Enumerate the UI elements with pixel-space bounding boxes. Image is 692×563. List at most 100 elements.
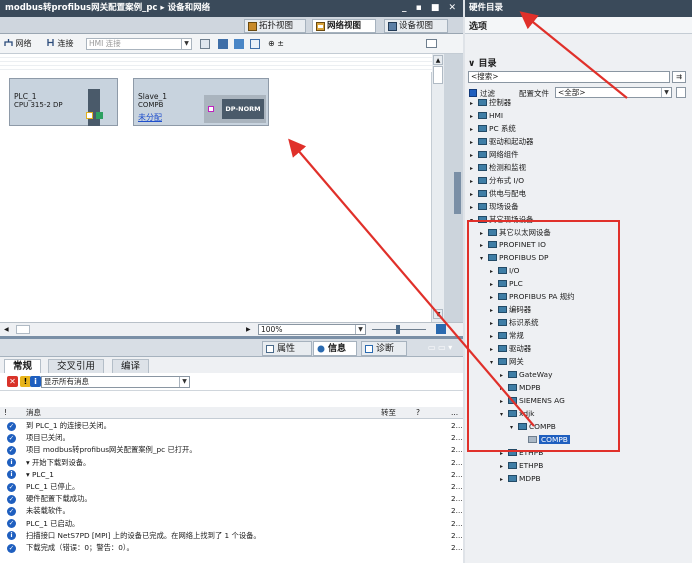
tree-item-label: PC 系统: [489, 123, 516, 133]
info-filter-icon[interactable]: i: [30, 376, 41, 387]
zoom-slider-handle[interactable]: [396, 325, 400, 334]
hmi-connection-select[interactable]: HMI 连接 ▼: [86, 38, 192, 50]
canvas-horizontal-scrollbar[interactable]: ◀ ▶ 100% ▼: [0, 322, 463, 336]
message-text: 下载完成（错误：0；警告：0）。: [26, 543, 134, 552]
scroll-right-icon[interactable]: ▶: [246, 325, 256, 334]
message-row[interactable]: i ▾ 开始下载到设备。 2...: [0, 457, 463, 469]
tab-properties[interactable]: 属性: [262, 341, 312, 356]
tab-topology-label: 拓扑视图: [259, 21, 294, 31]
subtab-general[interactable]: 常规: [4, 359, 42, 373]
slave-device-box[interactable]: Slave_1 COMPB 未分配 DP-NORM: [133, 78, 269, 126]
slave-unassigned-link[interactable]: 未分配: [138, 112, 162, 123]
grid-toggle-button[interactable]: [200, 39, 210, 49]
chevron-right-icon[interactable]: ▸: [470, 176, 478, 188]
message-row[interactable]: i 扫描接口 NetS7PD [MPI] 上的设备已完成。在网络上找到了 1 个设…: [0, 530, 463, 542]
options-section[interactable]: 选项: [465, 17, 692, 34]
tree-item[interactable]: ▸ 供电与配电: [470, 188, 526, 200]
filter-checkbox[interactable]: [469, 89, 477, 97]
message-spacer: [0, 391, 463, 407]
tree-item[interactable]: ▸ HMI: [470, 110, 503, 122]
chevron-down-icon: ▼: [179, 377, 189, 387]
subtab-cross-reference[interactable]: 交叉引用: [48, 359, 105, 373]
message-text: PLC_1 已启动。: [26, 518, 80, 528]
chevron-right-icon[interactable]: ▸: [470, 189, 478, 201]
tree-item[interactable]: ▸ PC 系统: [470, 123, 516, 135]
tab-properties-label: 属性: [277, 344, 296, 354]
catalog-label: ∨ 目录: [468, 56, 496, 69]
message-row[interactable]: ✓ PLC_1 已启动。 2...: [0, 518, 463, 530]
chevron-right-icon[interactable]: ▸: [470, 137, 478, 149]
scroll-thumb[interactable]: [433, 66, 443, 84]
plc-device-box[interactable]: PLC_1 CPU 315-2 DP: [9, 78, 118, 126]
message-row[interactable]: ✓ 硬件配置下载成功。 2...: [0, 493, 463, 505]
chevron-right-icon[interactable]: ▸: [470, 111, 478, 123]
message-date: 2...: [451, 530, 463, 540]
chevron-right-icon[interactable]: ▸: [500, 474, 508, 486]
scroll-up-icon[interactable]: ▲: [433, 55, 443, 65]
scroll-down-icon[interactable]: ▼: [433, 309, 443, 319]
tab-info[interactable]: 信息: [313, 341, 357, 356]
message-text: PLC_1 已停止。: [26, 482, 80, 491]
window-title: modbus转profibus网关配置案例_pc ▸ 设备和网络: [5, 3, 211, 13]
catalog-section-header[interactable]: ∨ 目录: [465, 55, 692, 69]
message-filter-select[interactable]: 显示所有消息 ▼: [41, 376, 190, 388]
slave-name: Slave_1: [138, 92, 168, 101]
zoom-fit-button[interactable]: [218, 39, 228, 49]
chevron-right-icon[interactable]: ▸: [470, 150, 478, 162]
overview-button[interactable]: [436, 324, 446, 334]
tab-diagnostics[interactable]: 诊断: [361, 341, 407, 356]
tree-item[interactable]: ▸ 分布式 I/O: [470, 175, 524, 187]
chevron-right-icon[interactable]: ▸: [470, 98, 478, 110]
tab-network-view[interactable]: 网络视图: [312, 19, 376, 33]
scroll-left-icon[interactable]: ◀: [4, 325, 14, 334]
canvas-vertical-scrollbar[interactable]: ▲ ▼: [432, 54, 444, 322]
message-row[interactable]: ✓ PLC_1 已停止。 2...: [0, 481, 463, 493]
folder-icon: [478, 150, 487, 158]
message-list[interactable]: ✓ 到 PLC_1 的连接已关闭。 2... ✓ 项目已关闭。 2... ✓ 项目 modbu…: [0, 419, 463, 563]
subtab-compile[interactable]: 编译: [112, 359, 150, 373]
tree-item[interactable]: ▸ MDPB: [500, 473, 541, 485]
tab-device-view[interactable]: 设备视图: [384, 19, 448, 33]
page-view-button[interactable]: [250, 39, 260, 49]
message-row[interactable]: ✓ 未装载软件。 2...: [0, 505, 463, 517]
message-row[interactable]: ✓ 到 PLC_1 的连接已关闭。 2...: [0, 420, 463, 432]
network-button[interactable]: 网络: [4, 37, 32, 50]
chevron-right-icon[interactable]: ▸: [500, 461, 508, 473]
side-tab-device-data[interactable]: [454, 172, 461, 214]
network-canvas[interactable]: PLC_1 CPU 315-2 DP Slave_1 COMPB 未分配 DP-…: [0, 54, 432, 322]
window-controls[interactable]: _ ▪ ■ ✕: [402, 0, 459, 17]
panel-menu-icon[interactable]: ▭ ▭ ▾: [428, 343, 452, 352]
slave-dp-port[interactable]: [208, 106, 214, 112]
panel-toggle-button[interactable]: [426, 39, 437, 48]
network-label: 网络: [15, 39, 32, 48]
search-icon[interactable]: ⇉: [672, 71, 686, 83]
error-filter-icon[interactable]: ✕: [7, 376, 18, 387]
message-row[interactable]: ✓ 项目 modbus转profibus网关配置案例_pc 已打开。 2...: [0, 444, 463, 456]
zoom-select[interactable]: 100% ▼: [258, 324, 366, 335]
chevron-right-icon[interactable]: ▸: [470, 163, 478, 175]
tab-network-label: 网络视图: [327, 21, 362, 31]
table-view-button[interactable]: [234, 39, 244, 49]
chevron-right-icon[interactable]: ▸: [470, 202, 478, 214]
tree-item[interactable]: ▸ 控制器: [470, 97, 511, 109]
message-row[interactable]: i ▾ PLC_1 2...: [0, 469, 463, 481]
tree-item[interactable]: ▸ ETHPB: [500, 460, 543, 472]
tree-item[interactable]: ▸ 现场设备: [470, 201, 519, 213]
tree-item[interactable]: ▸ 驱动和起动器: [470, 136, 533, 148]
connect-button[interactable]: 连接: [46, 37, 74, 50]
side-panel-strip[interactable]: [444, 54, 463, 322]
chevron-right-icon[interactable]: ▸: [470, 124, 478, 136]
message-row[interactable]: ✓ 项目已关闭。 2...: [0, 432, 463, 444]
folder-icon: [508, 474, 517, 482]
tree-item[interactable]: ▸ 检测和监视: [470, 162, 526, 174]
zoom-button[interactable]: ⊕ ±: [268, 37, 284, 50]
network-icon: [4, 39, 13, 46]
plc-dp-port[interactable]: [86, 112, 93, 119]
catalog-search-input[interactable]: <搜索>: [468, 71, 670, 83]
plc-mpi-port[interactable]: [96, 112, 103, 119]
hscroll-thumb[interactable]: [16, 325, 30, 334]
tree-item[interactable]: ▸ 网络组件: [470, 149, 519, 161]
tab-topology-view[interactable]: 拓扑视图: [244, 19, 306, 33]
folder-icon: [478, 189, 487, 197]
message-row[interactable]: ✓ 下载完成（错误：0；警告：0）。 2...: [0, 542, 463, 554]
